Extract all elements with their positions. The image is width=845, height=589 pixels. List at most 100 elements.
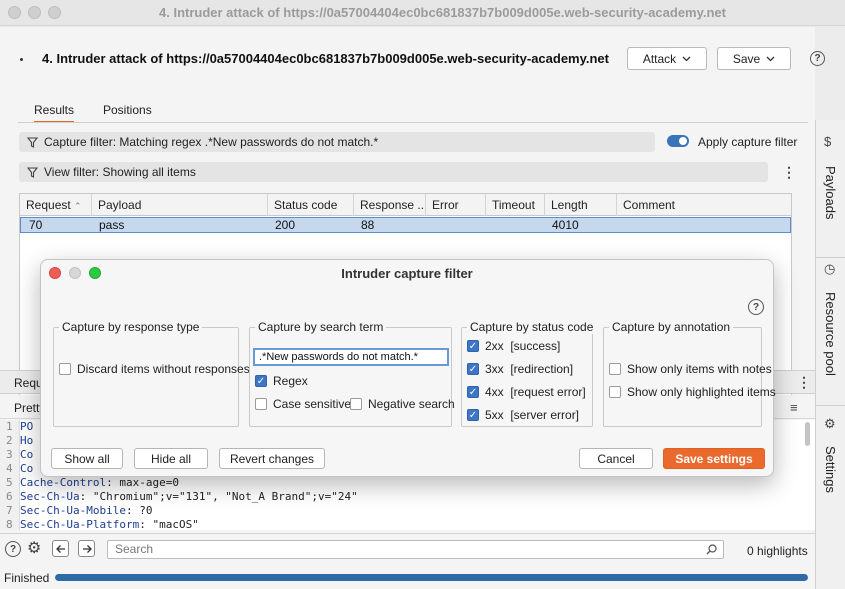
view-filter-bar[interactable]: View filter: Showing all items: [19, 162, 768, 182]
negative-search-checkbox[interactable]: Negative search: [350, 397, 455, 411]
status-4xx-checkbox[interactable]: ✓ 4xx [request error]: [467, 385, 586, 399]
tab-positions[interactable]: Positions: [103, 103, 152, 121]
code-line: 5 Cache-Control: max-age=0: [6, 476, 179, 489]
sidebar-item-label: Payloads: [823, 166, 838, 220]
dialog-title: Intruder capture filter: [341, 266, 473, 281]
status-2xx-checkbox[interactable]: ✓ 2xx [success]: [467, 339, 560, 353]
highlighted-only-checkbox[interactable]: Show only highlighted items: [609, 385, 776, 399]
hide-all-button[interactable]: Hide all: [134, 448, 208, 469]
cell-error: [427, 218, 433, 232]
save-label: Save: [732, 51, 761, 66]
case-sensitive-checkbox[interactable]: Case sensitive: [255, 397, 351, 411]
regex-checkbox[interactable]: ✓ Regex: [255, 374, 308, 388]
capture-filter-bar[interactable]: Capture filter: Matching regex .*New pas…: [19, 132, 655, 152]
cell-request: 70: [29, 218, 43, 232]
checkbox[interactable]: ✓: [467, 386, 479, 398]
view-filter-text: View filter: Showing all items: [44, 165, 196, 179]
editor-scrollbar[interactable]: [805, 422, 810, 446]
annotation-section: Capture by annotation Show only items wi…: [603, 320, 776, 427]
sidebar-item-settings[interactable]: ⚙ Settings: [816, 406, 845, 506]
cell-comment: [618, 218, 624, 232]
column-payload[interactable]: Payload: [92, 194, 268, 216]
checkbox[interactable]: ✓: [467, 409, 479, 421]
help-icon[interactable]: ?: [748, 299, 764, 315]
attack-title: 4. Intruder attack of https://0a57004404…: [42, 51, 609, 66]
sidebar-item-resource-pool[interactable]: ◷ Resource pool: [816, 258, 845, 406]
checkbox[interactable]: [609, 386, 621, 398]
column-length[interactable]: Length: [545, 194, 617, 216]
section-legend: Capture by status code: [467, 320, 597, 334]
code-line: 7 Sec-Ch-Ua-Mobile: ?0: [6, 504, 153, 517]
code-line: 4 Co: [6, 462, 34, 475]
checkbox[interactable]: ✓: [467, 363, 479, 375]
save-menu-button[interactable]: Save: [717, 47, 791, 70]
checkbox[interactable]: [609, 363, 621, 375]
menu-icon[interactable]: ≡: [790, 400, 798, 415]
status-3xx-checkbox[interactable]: ✓ 3xx [redirection]: [467, 362, 573, 376]
column-error[interactable]: Error: [426, 194, 486, 216]
column-request[interactable]: Request ⌃: [20, 194, 92, 216]
save-settings-button[interactable]: Save settings: [663, 448, 765, 469]
search-input[interactable]: Search: [107, 540, 724, 559]
capture-filter-text: Capture filter: Matching regex .*New pas…: [44, 135, 379, 149]
checkbox[interactable]: [59, 363, 71, 375]
code-line: 3 Co: [6, 448, 34, 461]
table-header: Request ⌃ Payload Status code Response .…: [20, 194, 791, 216]
filter-icon: [27, 166, 38, 178]
option-label: 4xx [request error]: [485, 385, 586, 399]
checkbox[interactable]: ✓: [255, 375, 267, 387]
forward-arrow-icon[interactable]: [78, 540, 95, 557]
progress-fill: [55, 574, 808, 581]
revert-changes-button[interactable]: Revert changes: [219, 448, 325, 469]
apply-capture-filter-toggle[interactable]: [667, 135, 689, 147]
chevron-down-icon: [766, 56, 775, 61]
cancel-button[interactable]: Cancel: [579, 448, 653, 469]
sort-up-icon: ⌃: [74, 201, 82, 211]
status-5xx-checkbox[interactable]: ✓ 5xx [server error]: [467, 408, 579, 422]
section-legend: Capture by annotation: [609, 320, 734, 334]
search-term-input[interactable]: .*New passwords do not match.*: [253, 348, 449, 366]
discard-without-responses-checkbox[interactable]: Discard items without responses: [59, 362, 250, 376]
code-line: 6 Sec-Ch-Ua: "Chromium";v="131", "Not_A B…: [6, 490, 358, 503]
back-arrow-icon[interactable]: [52, 540, 69, 557]
option-label: 5xx [server error]: [485, 408, 580, 422]
tabs-divider: [18, 122, 808, 123]
search-icon: [706, 544, 717, 555]
column-status-code[interactable]: Status code: [268, 194, 354, 216]
drag-handle-icon[interactable]: [20, 58, 23, 61]
search-bar: ? ⚙ Search 0 highlights: [0, 533, 815, 563]
table-row[interactable]: 70 pass 200 88 4010: [20, 217, 791, 233]
option-label: Discard items without responses: [77, 362, 250, 376]
progress-bar: [55, 574, 808, 581]
help-icon[interactable]: ?: [5, 541, 21, 557]
checkbox[interactable]: [350, 398, 362, 410]
attack-menu-button[interactable]: Attack: [627, 47, 707, 70]
option-label: 2xx [success]: [485, 339, 561, 353]
notes-only-checkbox[interactable]: Show only items with notes: [609, 362, 772, 376]
checkbox[interactable]: ✓: [467, 340, 479, 352]
tab-results[interactable]: Results: [34, 103, 75, 123]
more-options-icon[interactable]: ⋮: [782, 165, 796, 179]
option-label: Show only highlighted items: [627, 385, 776, 399]
search-term-section: Capture by search term .*New passwords d…: [249, 320, 455, 427]
column-response[interactable]: Response ...: [354, 194, 426, 216]
help-icon[interactable]: ?: [810, 51, 825, 66]
window-titlebar: 4. Intruder attack of https://0a57004404…: [0, 0, 845, 26]
more-options-icon[interactable]: ⋮: [797, 375, 811, 389]
highlights-count: 0 highlights: [747, 544, 808, 558]
status-code-section: Capture by status code ✓ 2xx [success] ✓…: [461, 320, 597, 427]
show-all-button[interactable]: Show all: [51, 448, 123, 469]
checkbox[interactable]: [255, 398, 267, 410]
code-line: 8 Sec-Ch-Ua-Platform: "macOS": [6, 518, 199, 530]
tab-request[interactable]: Requ: [14, 376, 43, 390]
section-legend: Capture by response type: [59, 320, 203, 334]
column-timeout[interactable]: Timeout: [486, 194, 545, 216]
option-label: Show only items with notes: [627, 362, 772, 376]
code-line: 2 Ho: [6, 434, 34, 447]
cell-length: 4010: [552, 218, 579, 232]
sidebar-item-payloads[interactable]: $ Payloads: [816, 120, 845, 258]
column-comment[interactable]: Comment: [617, 194, 791, 216]
status-text: Finished: [4, 571, 50, 585]
capture-filter-dialog: Intruder capture filter ? Capture by res…: [40, 259, 776, 477]
gear-icon[interactable]: ⚙: [27, 538, 41, 558]
